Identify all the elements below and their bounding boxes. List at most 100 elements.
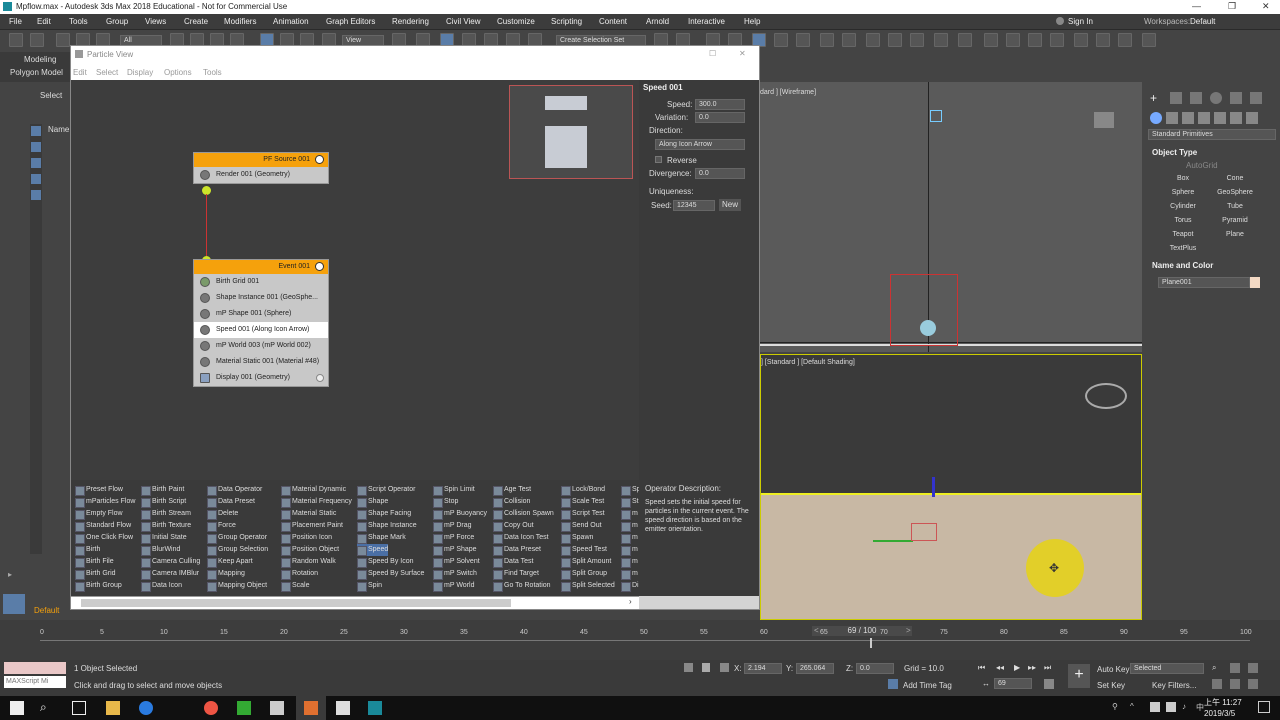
key-mode-icon[interactable]: ↔ (982, 679, 990, 688)
link-icon[interactable] (56, 33, 70, 47)
display-shapes-icon[interactable] (31, 158, 41, 168)
divergence-spinner[interactable]: 0.0 (695, 168, 745, 179)
viewport-perspective[interactable]: ] [Standard ] [Default Shading] ✥ (760, 354, 1142, 620)
depot-item[interactable]: Find Target (493, 568, 539, 580)
workspace-dropdown[interactable]: Default (1190, 17, 1215, 26)
depot-item[interactable]: Spin Limit (433, 484, 475, 496)
chrome-icon[interactable] (204, 701, 218, 715)
depot-item[interactable]: Delete (207, 508, 238, 520)
task-view-icon[interactable] (72, 701, 86, 715)
depot-item[interactable]: Random Walk (281, 556, 336, 568)
depot-item[interactable]: Material Static (281, 508, 336, 520)
box-button[interactable]: Box (1158, 173, 1208, 185)
depot-item[interactable]: Collision (493, 496, 530, 508)
menu-create[interactable]: Create (184, 17, 208, 26)
viewport-persp-label[interactable]: ] [Standard ] [Default Shading] (761, 359, 855, 366)
depot-item[interactable]: Data Operator (207, 484, 262, 496)
operator-birth-grid[interactable]: Birth Grid 001 (194, 274, 328, 290)
depot-item[interactable]: Speed (357, 544, 389, 556)
depot-item[interactable]: Force (207, 520, 236, 532)
viewcube-persp[interactable] (1085, 383, 1127, 409)
zoom-icon[interactable]: ⌕ (1212, 663, 1216, 673)
app-cad-icon[interactable] (336, 701, 350, 715)
depot-item[interactable]: Birth File (75, 556, 114, 568)
network-icon[interactable] (1166, 702, 1176, 712)
render-cloud-icon[interactable] (910, 33, 924, 47)
column-header-name[interactable]: Name (48, 125, 69, 134)
depot-item[interactable]: Data Preset (493, 544, 541, 556)
depot-item[interactable]: Material Dynamic (281, 484, 346, 496)
depot-item[interactable]: Placement Paint (281, 520, 343, 532)
depot-item[interactable]: Data Icon (141, 580, 182, 592)
name-color-rollout[interactable]: Name and Color (1152, 261, 1213, 270)
teapot-button[interactable]: Teapot (1158, 229, 1208, 241)
sphere-button[interactable]: Sphere (1158, 187, 1208, 199)
depot-item[interactable]: mP Buoyancy (433, 508, 487, 520)
menu-customize[interactable]: Customize (497, 17, 535, 26)
ime-icon[interactable]: 中 (1196, 702, 1204, 713)
utilities-tab-icon[interactable] (1250, 92, 1262, 104)
depot-item[interactable]: Mapping (207, 568, 245, 580)
redo-icon[interactable] (30, 33, 44, 47)
arnold-volume-icon[interactable] (1050, 33, 1064, 47)
menu-tools[interactable]: Tools (69, 17, 88, 26)
depot-item[interactable]: m (621, 544, 638, 556)
ground-plane[interactable] (761, 495, 1141, 619)
hierarchy-tab-icon[interactable] (1190, 92, 1202, 104)
pv-menu-display[interactable]: Display (127, 68, 153, 77)
app-cube-icon[interactable] (270, 701, 284, 715)
arnold-light-icon[interactable] (984, 33, 998, 47)
textplus-button[interactable]: TextPlus (1158, 243, 1208, 255)
depot-item[interactable]: Stop (433, 496, 458, 508)
pan-icon[interactable] (1230, 679, 1240, 689)
volume-icon[interactable]: ♪ (1182, 702, 1186, 711)
systems-icon[interactable] (1246, 112, 1258, 124)
reverse-checkbox[interactable] (655, 156, 662, 163)
event-output-socket[interactable] (316, 374, 324, 382)
pv-menu-edit[interactable]: Edit (73, 68, 87, 77)
notifications-icon[interactable] (1258, 701, 1270, 713)
pv-close-icon[interactable]: ✕ (739, 49, 746, 58)
absolute-mode-icon[interactable] (720, 663, 729, 672)
play-icon[interactable]: ▶ (1014, 663, 1020, 672)
arnold-log-icon[interactable] (1118, 33, 1132, 47)
depot-item[interactable]: Data Preset (207, 496, 255, 508)
pv-menu-select[interactable]: Select (96, 68, 118, 77)
lights-icon[interactable] (1182, 112, 1194, 124)
arnold-material-icon[interactable] (1028, 33, 1042, 47)
prev-frame-icon[interactable]: < (814, 626, 819, 635)
gizmo-y-axis[interactable] (873, 540, 913, 542)
display-objects-icon[interactable] (31, 126, 41, 136)
depot-item[interactable]: mP Force (433, 532, 474, 544)
geometry-icon[interactable] (1150, 112, 1162, 124)
gizmo-z-axis[interactable] (932, 477, 935, 497)
depot-scrollbar[interactable]: › (71, 596, 639, 609)
maximize-icon[interactable]: ❐ (1228, 1, 1236, 12)
depot-item[interactable]: Standard Flow (75, 520, 131, 532)
depot-item[interactable]: Birth Stream (141, 508, 191, 520)
depot-item[interactable]: Copy Out (493, 520, 534, 532)
material-editor-icon[interactable] (796, 33, 810, 47)
depot-item[interactable]: Birth Texture (141, 520, 191, 532)
scroll-right-icon[interactable]: › (629, 597, 632, 606)
edge-icon[interactable] (139, 701, 153, 715)
depot-item[interactable]: Birth Grid (75, 568, 116, 580)
depot-item[interactable]: m (621, 520, 638, 532)
scrollbar-thumb[interactable] (81, 599, 511, 607)
particle-graph-area[interactable]: PF Source 001 Render 001 (Geometry) Even… (71, 80, 639, 480)
primitives-dropdown[interactable]: Standard Primitives (1148, 129, 1276, 140)
emitter-icon[interactable] (930, 110, 942, 122)
depot-item[interactable]: Script Operator (357, 484, 415, 496)
depot-item[interactable]: Preset Flow (75, 484, 123, 496)
pv-menu-options[interactable]: Options (164, 68, 192, 77)
arnold-help-icon[interactable] (1142, 33, 1156, 47)
current-frame-field[interactable]: 69 (994, 678, 1032, 689)
depot-item[interactable]: Script Test (561, 508, 605, 520)
tray-up-icon[interactable]: ^ (1130, 702, 1134, 711)
viewcube-top[interactable] (1094, 112, 1114, 128)
helpers-icon[interactable] (1214, 112, 1226, 124)
seed-spinner[interactable]: 12345 (673, 200, 715, 211)
cylinder-button[interactable]: Cylinder (1158, 201, 1208, 213)
goto-start-icon[interactable]: ⏮ (978, 663, 985, 673)
zoom-extents-icon[interactable] (1248, 663, 1258, 673)
